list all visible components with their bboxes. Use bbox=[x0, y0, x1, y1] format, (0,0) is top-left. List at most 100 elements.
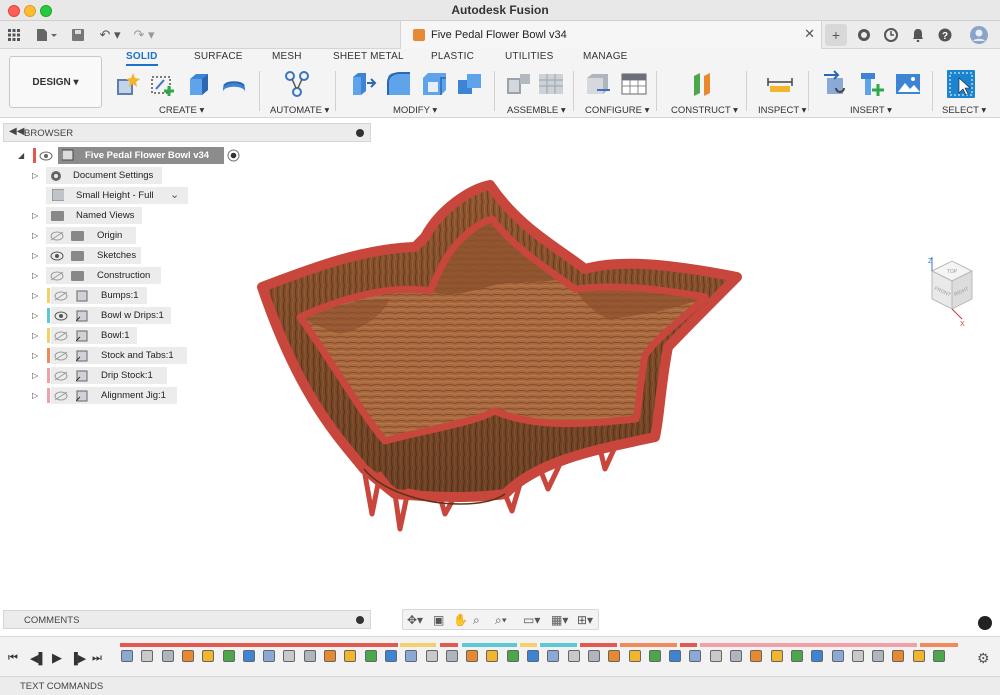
timeline-feature-icon[interactable] bbox=[851, 650, 864, 662]
configuration-table-icon[interactable] bbox=[620, 70, 648, 98]
browser-item-alignment-jig[interactable]: ▷ Alignment Jig:1 bbox=[30, 387, 185, 404]
timeline-feature-icon[interactable] bbox=[283, 650, 296, 662]
timeline-feature-icon[interactable] bbox=[344, 650, 357, 662]
timeline-feature-icon[interactable] bbox=[121, 650, 133, 662]
expand-triangle-icon[interactable]: ▷ bbox=[32, 251, 42, 260]
timeline-feature-icon[interactable] bbox=[811, 650, 824, 662]
new-tab-button[interactable]: + bbox=[825, 24, 847, 46]
hidden-eye-icon[interactable] bbox=[54, 371, 68, 381]
browser-item-drip-stock[interactable]: ▷ Drip Stock:1 bbox=[30, 367, 170, 384]
timeline-feature-icon[interactable] bbox=[872, 650, 885, 662]
timeline-feature-icon[interactable] bbox=[628, 650, 641, 662]
timeline-feature-icon[interactable] bbox=[648, 650, 661, 662]
step-forward-icon[interactable]: ▐▶ bbox=[70, 652, 86, 665]
hidden-eye-icon[interactable] bbox=[50, 231, 64, 241]
press-pull-icon[interactable] bbox=[349, 70, 377, 98]
fillet-icon[interactable] bbox=[385, 70, 413, 98]
text-commands-panel[interactable]: TEXT COMMANDS bbox=[0, 676, 1000, 695]
expand-triangle-icon[interactable]: ▷ bbox=[32, 331, 42, 340]
view-cube[interactable]: TOP FRONT RIGHT Z X bbox=[922, 253, 982, 329]
timeline-feature-icon[interactable] bbox=[527, 650, 539, 662]
timeline-feature-icon[interactable] bbox=[892, 650, 905, 662]
timeline-feature-icon[interactable] bbox=[364, 650, 377, 662]
timeline-feature-icon[interactable] bbox=[933, 650, 945, 662]
notifications-bell-icon[interactable] bbox=[907, 24, 929, 46]
extensions-icon[interactable] bbox=[853, 24, 875, 46]
browser-panel-header[interactable]: ◀◀ BROWSER bbox=[3, 123, 371, 142]
activate-radio-icon[interactable] bbox=[227, 149, 240, 162]
expand-triangle-icon[interactable]: ▷ bbox=[32, 311, 42, 320]
timeline-feature-icon[interactable] bbox=[730, 650, 742, 662]
browser-item-bowl[interactable]: ▷ Bowl:1 bbox=[30, 327, 140, 344]
timeline-feature-icon[interactable] bbox=[161, 650, 174, 662]
go-to-end-icon[interactable]: ⏭ bbox=[92, 652, 102, 665]
inspect-menu[interactable]: INSPECT ▾ bbox=[758, 105, 806, 116]
apps-grid-icon[interactable] bbox=[6, 25, 22, 45]
browser-item-bowl-w-drips[interactable]: ▷ Bowl w Drips:1 bbox=[30, 307, 180, 324]
document-tab[interactable]: Five Pedal Flower Bowl v34 ✕ bbox=[400, 21, 822, 49]
insert-mcmaster-icon[interactable] bbox=[858, 70, 886, 98]
add-comment-icon[interactable] bbox=[356, 616, 364, 624]
redo-icon[interactable]: ↷ ▾ bbox=[130, 25, 158, 45]
timeline-feature-icon[interactable] bbox=[831, 650, 844, 662]
browser-item-origin[interactable]: ▷ Origin bbox=[30, 227, 140, 244]
timeline-feature-icon[interactable] bbox=[709, 650, 722, 662]
timeline-feature-icon[interactable] bbox=[384, 650, 397, 662]
expand-triangle-icon[interactable]: ▷ bbox=[32, 211, 42, 220]
hidden-eye-icon[interactable] bbox=[54, 351, 68, 361]
hidden-eye-icon[interactable] bbox=[54, 291, 68, 301]
user-avatar[interactable] bbox=[968, 24, 990, 46]
configure-menu[interactable]: CONFIGURE ▾ bbox=[585, 105, 649, 116]
root-component-label[interactable]: Five Pedal Flower Bowl v34 bbox=[58, 147, 224, 164]
expand-triangle-icon[interactable]: ▷ bbox=[32, 231, 42, 240]
tab-mesh[interactable]: MESH bbox=[272, 51, 302, 62]
tab-solid[interactable]: SOLID bbox=[126, 51, 158, 66]
insert-derive-icon[interactable] bbox=[822, 70, 850, 98]
timeline-feature-icon[interactable] bbox=[750, 650, 763, 662]
modify-menu[interactable]: MODIFY ▾ bbox=[393, 105, 437, 116]
browser-item-construction[interactable]: ▷ Construction bbox=[30, 267, 165, 284]
timeline-feature-icon[interactable] bbox=[567, 650, 580, 662]
tab-utilities[interactable]: UTILITIES bbox=[505, 51, 553, 62]
comments-panel[interactable]: COMMENTS bbox=[3, 610, 371, 629]
joint-icon[interactable] bbox=[537, 70, 565, 98]
look-at-icon[interactable]: ▣ bbox=[433, 613, 444, 627]
browser-item-document-settings[interactable]: ▷ Document Settings bbox=[30, 167, 170, 184]
timeline-feature-icon[interactable] bbox=[263, 650, 276, 662]
combine-icon[interactable] bbox=[456, 70, 484, 98]
undo-icon[interactable]: ↶ ▾ bbox=[96, 25, 124, 45]
timeline-feature-icon[interactable] bbox=[486, 650, 499, 662]
timeline-feature-icon[interactable] bbox=[770, 650, 783, 662]
timeline-settings-gear-icon[interactable]: ⚙ bbox=[977, 650, 990, 667]
browser-item-sketches[interactable]: ▷ Sketches bbox=[30, 247, 145, 264]
timeline-feature-icon[interactable] bbox=[689, 650, 702, 662]
shell-icon[interactable] bbox=[420, 70, 448, 98]
expand-triangle-icon[interactable]: ▷ bbox=[32, 291, 42, 300]
tab-surface[interactable]: SURFACE bbox=[194, 51, 243, 62]
expand-triangle-icon[interactable]: ▷ bbox=[32, 371, 42, 380]
create-sketch-icon[interactable] bbox=[149, 70, 177, 98]
insert-menu[interactable]: INSERT ▾ bbox=[850, 105, 892, 116]
orbit-icon[interactable]: ✥▾ bbox=[407, 613, 423, 627]
create-menu[interactable]: CREATE ▾ bbox=[159, 105, 204, 116]
expand-triangle-icon[interactable]: ◢ bbox=[18, 151, 28, 160]
zoom-icon[interactable]: ⌕ bbox=[473, 613, 480, 628]
construct-menu[interactable]: CONSTRUCT ▾ bbox=[671, 105, 738, 116]
browser-item-configuration[interactable]: Small Height - Full ⌄ bbox=[46, 187, 191, 204]
hidden-eye-icon[interactable] bbox=[50, 271, 64, 281]
automate-menu[interactable]: AUTOMATE ▾ bbox=[270, 105, 329, 116]
timeline-feature-icon[interactable] bbox=[141, 650, 154, 662]
browser-item-bumps[interactable]: ▷ Bumps:1 bbox=[30, 287, 150, 304]
expand-triangle-icon[interactable]: ▷ bbox=[32, 351, 42, 360]
grid-settings-icon[interactable]: ▦▾ bbox=[551, 613, 568, 627]
help-icon[interactable]: ? bbox=[934, 24, 956, 46]
workspace-switcher[interactable]: DESIGN ▾ bbox=[9, 56, 102, 108]
browser-pin-icon[interactable] bbox=[356, 129, 364, 137]
step-back-icon[interactable]: ◀▌ bbox=[30, 652, 46, 665]
expand-triangle-icon[interactable]: ▷ bbox=[32, 391, 42, 400]
revolve-icon[interactable] bbox=[220, 70, 248, 98]
display-settings-icon[interactable]: ▭▾ bbox=[523, 613, 540, 627]
timeline-feature-icon[interactable] bbox=[466, 650, 479, 662]
expand-triangle-icon[interactable]: ▷ bbox=[32, 271, 42, 280]
browser-item-stock-and-tabs[interactable]: ▷ Stock and Tabs:1 bbox=[30, 347, 190, 364]
